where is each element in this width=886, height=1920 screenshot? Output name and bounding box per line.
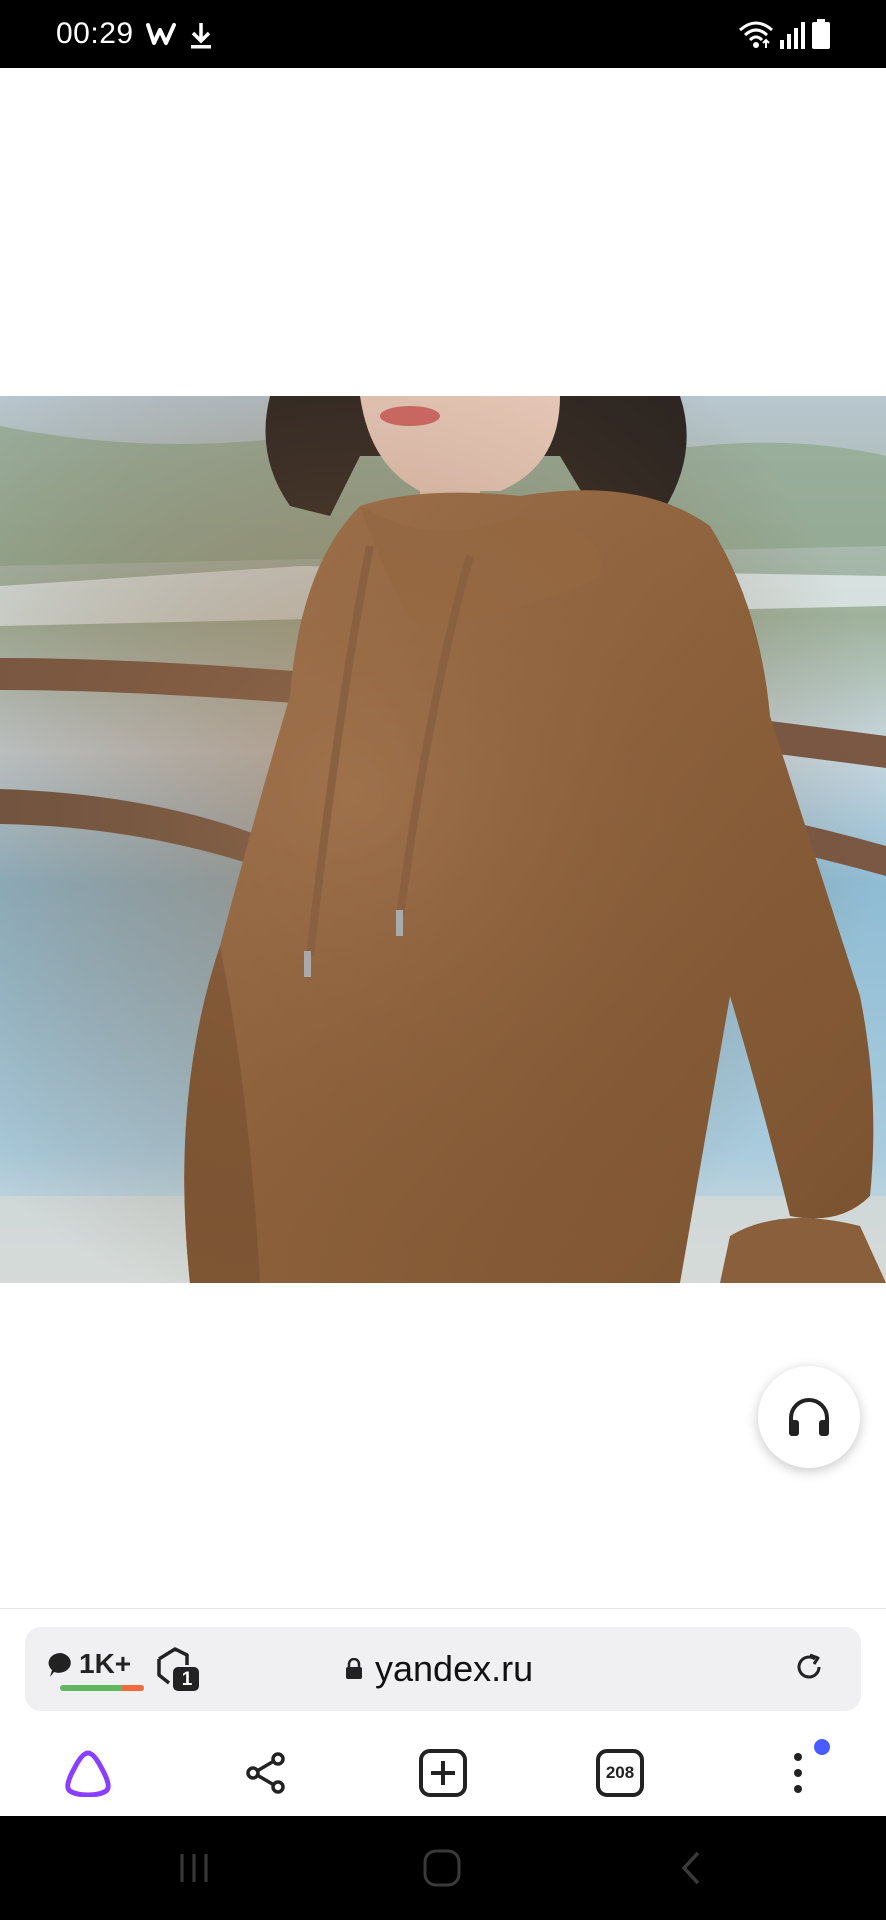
status-time: 00:29: [56, 17, 134, 50]
system-navigation-bar: [0, 1816, 886, 1920]
reload-icon[interactable]: [793, 1651, 825, 1683]
menu-icon: [794, 1753, 802, 1793]
comment-icon: [48, 1652, 71, 1677]
home-icon[interactable]: [422, 1848, 462, 1888]
w-app-icon: [146, 23, 176, 45]
lock-icon: [346, 1658, 362, 1679]
status-bar: 00:29: [0, 0, 886, 68]
hoodie-illustration: [0, 396, 886, 1283]
web-content: [0, 68, 886, 1608]
rating-bar: [60, 1685, 144, 1691]
omnibox[interactable]: 1K+ 1 yandex.ru: [25, 1627, 861, 1711]
new-tab-icon: [419, 1749, 467, 1797]
comments-button[interactable]: 1K+: [45, 1645, 144, 1691]
alice-button[interactable]: [52, 1737, 124, 1809]
audio-button[interactable]: [758, 1366, 860, 1468]
signal-icon: [780, 22, 805, 49]
tabs-button[interactable]: 208: [584, 1737, 656, 1809]
share-button[interactable]: [230, 1737, 302, 1809]
comments-count: 1K+: [79, 1648, 132, 1679]
protect-badge: 1: [181, 1669, 193, 1690]
new-tab-button[interactable]: [407, 1737, 479, 1809]
product-photo-brown-hoodie[interactable]: [0, 396, 886, 1283]
tabs-count: 208: [605, 1763, 635, 1782]
wifi-icon: [739, 21, 773, 48]
menu-button[interactable]: [762, 1737, 834, 1809]
download-icon: [191, 23, 211, 49]
battery-icon: [812, 19, 830, 49]
share-icon: [246, 1752, 285, 1794]
notification-dot: [814, 1739, 830, 1755]
back-icon[interactable]: [676, 1850, 706, 1886]
url-text: yandex.ru: [375, 1648, 534, 1689]
recents-icon[interactable]: [176, 1850, 212, 1886]
url-field[interactable]: yandex.ru: [345, 1645, 533, 1693]
browser-toolbar: 1K+ 1 yandex.ru 208: [0, 1608, 886, 1816]
protect-button[interactable]: 1: [155, 1645, 203, 1693]
alice-icon: [65, 1750, 111, 1797]
headphones-icon: [789, 1398, 829, 1436]
browser-nav-row: 208: [0, 1729, 886, 1817]
